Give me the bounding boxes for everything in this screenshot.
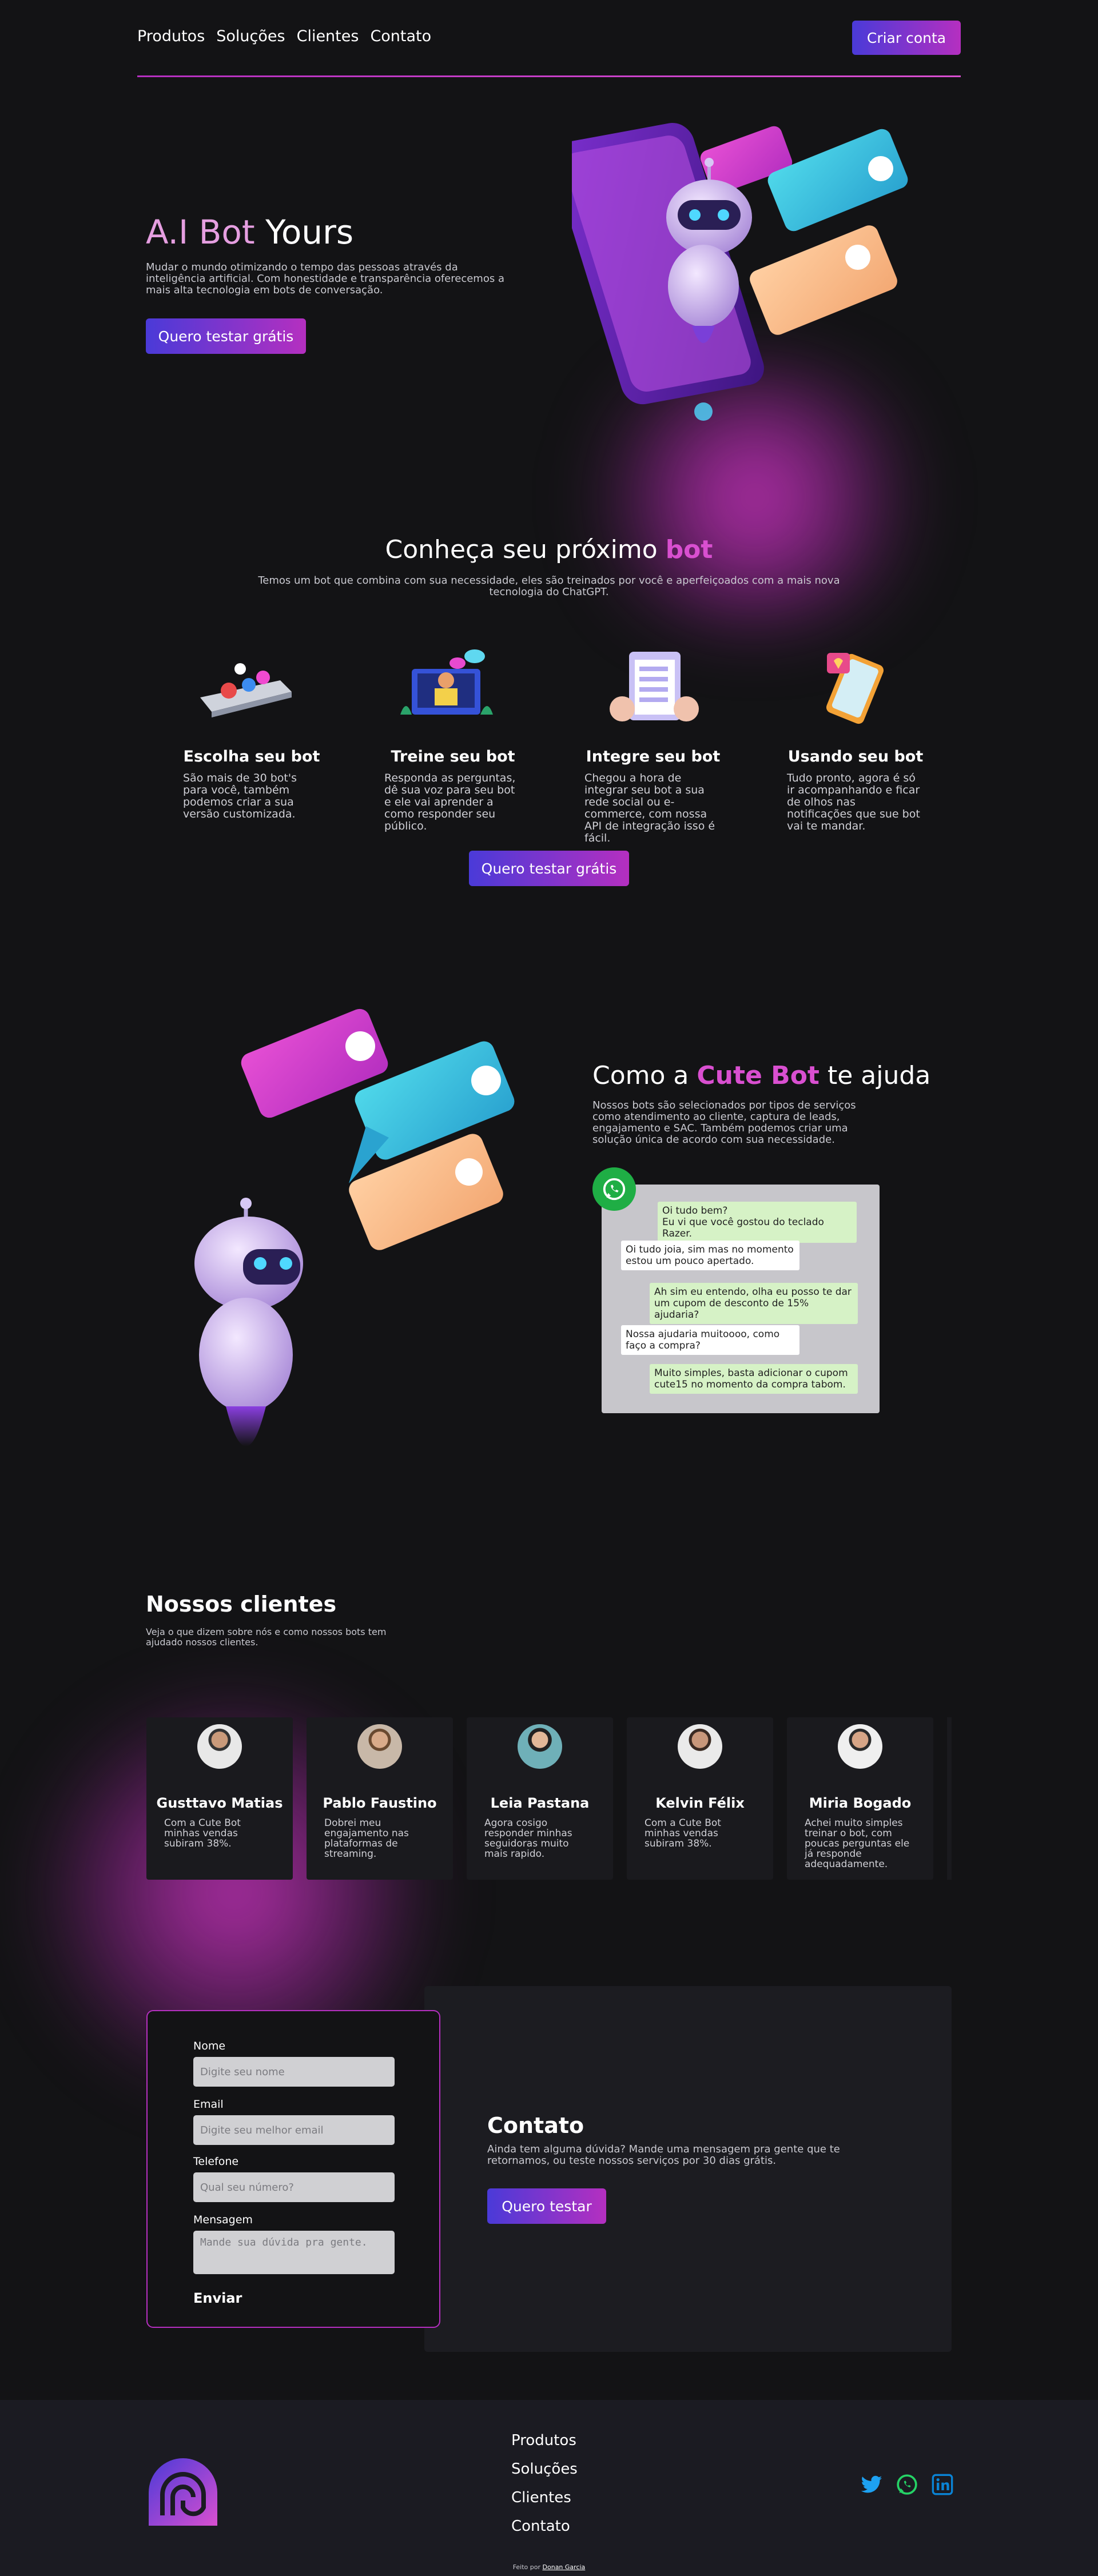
contact-cta-button[interactable]: Quero testar — [487, 2188, 606, 2224]
client-card-3: Leia Pastana Agora cosigo responder minh… — [467, 1717, 613, 1880]
meet-title-text: Conheça seu próximo — [385, 535, 666, 564]
choose-bot-icon — [200, 663, 292, 717]
contact-text: Ainda tem alguma dúvida? Mande uma mensa… — [487, 2143, 840, 2167]
clients-subtitle: Veja o que dizem sobre nós e como nossos… — [146, 1626, 387, 1648]
step-title: Usando seu bot — [787, 748, 924, 765]
step-title: Integre seu bot — [586, 748, 721, 765]
client-name: Miria Bogado — [809, 1795, 912, 1811]
chat-message-2: Oi tudo joia, sim mas no momento estou u… — [621, 1241, 799, 1270]
chat-message-5: Muito simples, basta adicionar o cupom c… — [650, 1364, 858, 1394]
step-text: São mais de 30 bot's para você, também p… — [183, 772, 297, 820]
client-name: Gusttavo Matias — [156, 1795, 283, 1811]
create-account-button[interactable]: Criar conta — [852, 21, 961, 55]
client-card-4: Kelvin Félix Com a Cute Bot minhas venda… — [627, 1717, 773, 1880]
client-quote: Com a Cute Bot minhas vendas subiram 38%… — [645, 1817, 721, 1849]
client-quote: Agora cosigo responder minhas seguidoras… — [484, 1817, 572, 1860]
name-input[interactable] — [193, 2057, 395, 2087]
hero-description: Mudar o mundo otimizando o tempo das pes… — [146, 261, 504, 296]
avatar — [678, 1724, 722, 1769]
whatsapp-badge — [592, 1167, 636, 1211]
client-name: Pablo Faustino — [323, 1795, 437, 1811]
client-name: Leia Pastana — [490, 1795, 590, 1811]
footer-link-produtos[interactable]: Produtos — [511, 2432, 578, 2449]
chat-message-4: Nossa ajudaria muitoooo, como faço a com… — [621, 1325, 799, 1355]
footer-nav: Produtos Soluções Clientes Contato — [511, 2432, 578, 2535]
step-title: Treine seu bot — [391, 748, 515, 765]
hero-title-highlight: A.I Bot — [146, 213, 255, 252]
help-title-b: te ajuda — [819, 1061, 931, 1090]
step-text: Tudo pronto, agora é só ir acompanhando … — [787, 772, 920, 832]
hero-title: A.I Bot Yours — [146, 213, 353, 252]
contact-title: Contato — [487, 2113, 584, 2138]
brand-logo — [149, 2458, 217, 2526]
step-card-1: Escolha seu bot São mais de 30 bot's par… — [183, 733, 320, 820]
client-card-partial — [947, 1717, 952, 1880]
client-quote: Com a Cute Bot minhas vendas subiram 38%… — [164, 1817, 241, 1849]
integrate-bot-icon — [610, 652, 699, 721]
meet-cta-button[interactable]: Quero testar grátis — [469, 851, 629, 886]
social-links — [860, 2473, 954, 2496]
nav-produtos[interactable]: Produtos — [137, 27, 205, 45]
step-card-2: Treine seu bot Responda as perguntas, dê… — [384, 733, 522, 832]
hero-phone-bot-illustration — [572, 122, 908, 421]
client-card-2: Pablo Faustino Dobrei meu engajamento na… — [307, 1717, 453, 1880]
footer-link-contato[interactable]: Contato — [511, 2518, 578, 2535]
submit-button[interactable]: Enviar — [193, 2290, 242, 2306]
contact-panel — [424, 1986, 952, 2352]
meet-subtitle: Temos um bot que combina com sua necessi… — [258, 575, 840, 598]
help-title-a: Como a — [592, 1061, 697, 1090]
client-name: Kelvin Félix — [655, 1795, 745, 1811]
phone-input[interactable] — [193, 2172, 395, 2202]
credit-author-link[interactable]: Donan Garcia — [543, 2563, 586, 2571]
main-nav: Produtos Soluções Clientes Contato — [137, 27, 443, 45]
avatar — [357, 1724, 402, 1769]
footer-link-solucoes[interactable]: Soluções — [511, 2461, 578, 2478]
hero-cta-button[interactable]: Quero testar grátis — [146, 318, 306, 354]
chat-message-3: Ah sim eu entendo, olha eu posso te dar … — [650, 1283, 858, 1324]
nav-clientes[interactable]: Clientes — [297, 27, 359, 45]
client-quote: Dobrei meu engajamento nas plataformas d… — [324, 1817, 409, 1860]
client-card-5: Miria Bogado Achei muito simples treinar… — [787, 1717, 933, 1880]
train-bot-icon — [400, 649, 493, 715]
help-title: Como a Cute Bot te ajuda — [592, 1061, 930, 1090]
whatsapp-icon — [603, 1178, 626, 1201]
message-textarea[interactable] — [193, 2231, 395, 2274]
header-divider — [137, 75, 961, 77]
credit-prefix: Feito por — [512, 2563, 543, 2571]
step-text: Responda as perguntas, dê sua voz para s… — [384, 772, 516, 832]
nav-solucoes[interactable]: Soluções — [216, 27, 285, 45]
footer-link-clientes[interactable]: Clientes — [511, 2489, 578, 2506]
message-label: Mensagem — [193, 2214, 253, 2226]
client-quote: Achei muito simples treinar o bot, com p… — [805, 1817, 910, 1870]
meet-title-highlight: bot — [665, 535, 713, 564]
step-title: Escolha seu bot — [183, 748, 320, 765]
chat-message-1: Oi tudo bem? Eu vi que você gostou do te… — [658, 1202, 857, 1243]
twitter-icon[interactable] — [860, 2473, 883, 2496]
email-input[interactable] — [193, 2115, 395, 2145]
step-card-4: Usando seu bot Tudo pronto, agora é só i… — [787, 733, 924, 832]
name-label: Nome — [193, 2040, 226, 2052]
bot-chat-illustration — [194, 1008, 515, 1446]
client-card-1: Gusttavo Matias Com a Cute Bot minhas ve… — [146, 1717, 293, 1880]
whatsapp-icon[interactable] — [896, 2473, 918, 2496]
step-text: Chegou a hora de integrar seu bot a sua … — [584, 772, 715, 844]
hero-title-rest: Yours — [254, 213, 354, 252]
nav-contato[interactable]: Contato — [370, 27, 431, 45]
email-label: Email — [193, 2098, 224, 2111]
footer-credit: Feito por Donan Garcia — [0, 2563, 1098, 2571]
avatar — [197, 1724, 242, 1769]
use-bot-icon — [826, 653, 884, 724]
phone-label: Telefone — [193, 2155, 239, 2168]
avatar — [838, 1724, 882, 1769]
help-title-highlight: Cute Bot — [697, 1061, 819, 1090]
help-description: Nossos bots são selecionados por tipos d… — [592, 1099, 856, 1146]
step-card-3: Integre seu bot Chegou a hora de integra… — [584, 733, 722, 844]
avatar — [518, 1724, 562, 1769]
clients-title: Nossos clientes — [146, 1592, 337, 1617]
linkedin-icon[interactable] — [931, 2473, 954, 2496]
meet-title: Conheça seu próximo bot — [0, 535, 1098, 564]
